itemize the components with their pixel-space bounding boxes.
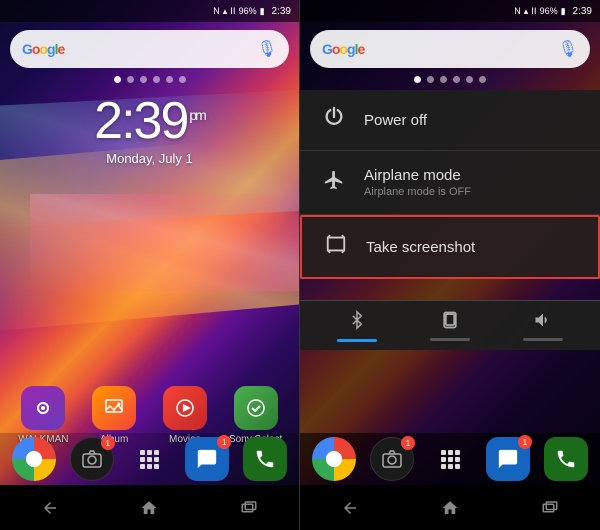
right-home-button[interactable] [425,499,475,517]
right-nfc-icon: N [514,6,521,16]
right-messages-badge: 1 [518,435,532,449]
right-camera-icon[interactable]: 1 [370,437,414,481]
right-battery-icon: ▮ [561,6,566,17]
dock-row: 1 1 [0,433,299,485]
screenshot-text: Take screenshot [366,239,578,256]
qs-bar-3 [523,338,563,341]
airplane-mode-icon [320,169,348,197]
right-recents-button[interactable] [525,499,575,517]
right-page-dots [300,76,600,83]
power-off-icon [320,106,348,134]
dot-5 [166,76,173,83]
dot-3 [140,76,147,83]
sony-icon [234,386,278,430]
right-search-bar[interactable]: Google 🎙 [310,30,590,68]
walkman-icon [21,386,65,430]
movies-icon [163,386,207,430]
right-status-right: N ▴ ⅠⅠ 96% ▮ 2:39 [514,6,592,17]
search-bar[interactable]: Google 🎙 [10,30,289,68]
power-off-item[interactable]: Power off [300,90,600,151]
right-dot-3 [440,76,447,83]
right-dock: 1 1 [300,433,600,485]
right-phone-panel: N ▴ ⅠⅠ 96% ▮ 2:39 Google 🎙 [300,0,600,530]
airplane-mode-title: Airplane mode [364,167,580,184]
right-battery: 96% [540,6,558,16]
right-dot-1 [414,76,421,83]
back-button[interactable] [25,499,75,517]
qs-volume[interactable] [518,307,568,345]
bluetooth-icon [348,309,366,336]
right-status-bar: N ▴ ⅠⅠ 96% ▮ 2:39 [300,0,600,22]
phone-icon[interactable] [243,437,287,481]
right-phone-icon[interactable] [544,437,588,481]
right-dot-2 [427,76,434,83]
status-bar: N ▴ ⅠⅠ 96% ▮ 2:39 [0,0,299,22]
left-phone-panel: N ▴ ⅠⅠ 96% ▮ 2:39 Google 🎙 2:39pm Monday… [0,0,300,530]
camera-icon[interactable]: 1 [70,437,114,481]
clock-time: 2:39pm [94,95,205,147]
right-chrome-icon[interactable] [312,437,356,481]
airplane-mode-item[interactable]: Airplane mode Airplane mode is OFF [300,151,600,215]
right-mic-icon[interactable]: 🎙 [558,39,578,59]
right-dot-5 [466,76,473,83]
right-apps-icon[interactable] [428,437,472,481]
right-dot-6 [479,76,486,83]
dot-2 [127,76,134,83]
right-nav-bar [300,485,600,530]
battery-icon: ▮ [260,6,265,17]
volume-icon [533,310,553,335]
clock-date: Monday, July 1 [106,151,192,166]
nav-bar [0,485,299,530]
airplane-mode-text: Airplane mode Airplane mode is OFF [364,167,580,198]
dot-6 [179,76,186,83]
power-menu: Power off Airplane mode Airplane mode is… [300,90,600,279]
airplane-mode-subtitle: Airplane mode is OFF [364,186,580,198]
album-icon [92,386,136,430]
clock-area: 2:39pm Monday, July 1 [0,95,299,166]
status-bar-right: N ▴ ⅠⅠ 96% ▮ 2:39 [213,6,291,17]
nfc-icon: N [213,6,220,16]
messages-badge: 1 [217,435,231,449]
recents-button[interactable] [224,499,274,517]
dot-4 [153,76,160,83]
right-back-button[interactable] [325,499,375,517]
power-off-text: Power off [364,112,580,129]
apps-icon[interactable] [127,437,171,481]
qs-bar-1 [337,339,377,342]
right-dot-4 [453,76,460,83]
right-messages-icon[interactable]: 1 [486,437,530,481]
qs-bar-2 [430,338,470,341]
rotate-icon [440,310,460,335]
wifi-icon: ▴ [223,6,228,17]
status-time: 2:39 [272,6,291,17]
camera-badge: 1 [101,436,115,450]
screenshot-title: Take screenshot [366,239,578,256]
mic-icon[interactable]: 🎙 [257,39,277,59]
quick-settings [300,300,600,350]
home-button[interactable] [124,499,174,517]
google-logo: Google [22,41,64,57]
qs-bluetooth[interactable] [332,307,382,345]
power-off-title: Power off [364,112,580,129]
right-google-logo: Google [322,41,364,57]
right-time: 2:39 [573,6,592,17]
chrome-icon[interactable] [12,437,56,481]
messages-icon[interactable]: 1 [185,437,229,481]
clock-ampm: pm [189,107,204,123]
screenshot-icon [322,233,350,261]
dot-1 [114,76,121,83]
right-signal-icon: ⅠⅠ [531,6,536,17]
page-dots [0,76,299,83]
battery-percent: 96% [239,6,257,16]
right-camera-badge: 1 [401,436,415,450]
screenshot-item[interactable]: Take screenshot [300,215,600,279]
qs-rotate[interactable] [425,307,475,345]
signal-icon: ⅠⅠ [230,6,235,17]
right-wifi-icon: ▴ [524,6,529,17]
